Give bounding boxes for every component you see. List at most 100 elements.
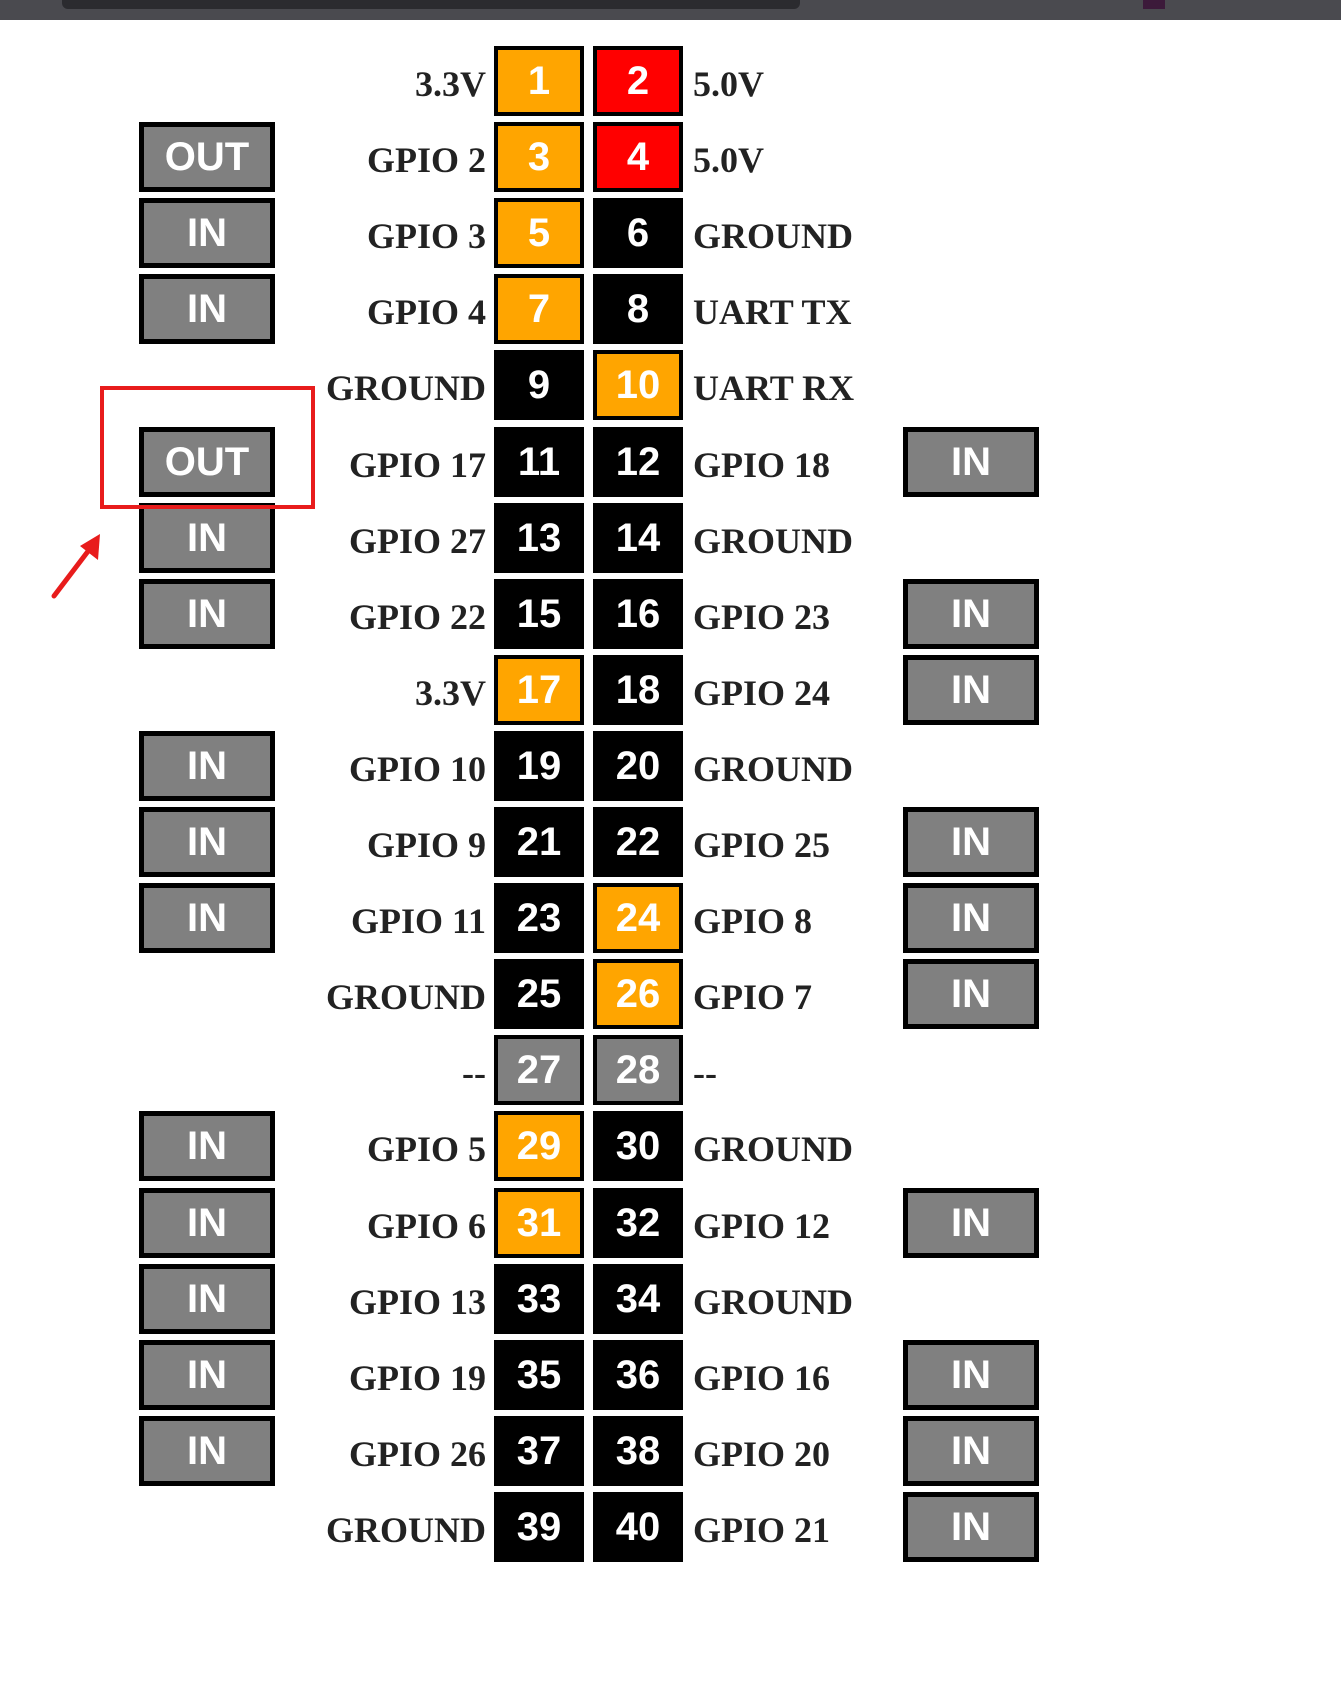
left-pin-label: GPIO 11 [350, 901, 486, 942]
pin-1[interactable]: 1 [494, 46, 584, 116]
left-mode-button[interactable]: IN [139, 502, 275, 573]
left-pin-label: GROUND [326, 977, 486, 1018]
left-pin-label: GPIO 13 [348, 1281, 486, 1322]
pin-22[interactable]: 22 [593, 807, 683, 877]
pin-row: IN GPIO 9 21 22 GPIO 25 IN [0, 807, 1341, 883]
pin-15[interactable]: 15 [494, 578, 584, 649]
pin-25[interactable]: 25 [494, 959, 584, 1030]
right-pin-label: GPIO 16 [693, 1357, 831, 1398]
pin-40[interactable]: 40 [593, 1491, 683, 1562]
left-pin-label: GPIO 3 [366, 216, 486, 257]
right-mode-button[interactable]: IN [903, 1491, 1039, 1562]
left-pin-label: GPIO 4 [366, 292, 486, 333]
pin-13[interactable]: 13 [494, 502, 584, 573]
right-mode-button[interactable]: IN [903, 578, 1039, 649]
pin-24[interactable]: 24 [593, 883, 683, 954]
pin-10[interactable]: 10 [593, 350, 683, 421]
annotation-highlight-box [100, 386, 315, 509]
right-mode-button[interactable]: IN [903, 426, 1039, 497]
right-pin-label: GROUND [693, 216, 853, 257]
left-mode-button[interactable]: IN [139, 1111, 275, 1182]
pin-4[interactable]: 4 [593, 122, 683, 193]
pin-7[interactable]: 7 [494, 274, 584, 345]
left-mode-button[interactable]: IN [139, 1263, 275, 1334]
left-pin-label: GPIO 26 [348, 1433, 486, 1474]
pin-row: GROUND 25 26 GPIO 7 IN [0, 959, 1341, 1035]
pin-32[interactable]: 32 [593, 1187, 683, 1258]
right-pin-label: -- [693, 1053, 717, 1094]
right-pin-label: UART RX [693, 368, 855, 409]
left-pin-label: GPIO 6 [366, 1205, 486, 1246]
pin-6[interactable]: 6 [593, 198, 683, 269]
pin-11[interactable]: 11 [494, 426, 584, 497]
pin-35[interactable]: 35 [494, 1339, 584, 1410]
left-pin-label: GPIO 17 [348, 444, 486, 485]
right-mode-button[interactable]: IN [903, 807, 1039, 877]
pin-14[interactable]: 14 [593, 502, 683, 573]
pin-23[interactable]: 23 [494, 883, 584, 954]
left-pin-label: 3.3V [415, 64, 486, 104]
pin-31[interactable]: 31 [494, 1187, 584, 1258]
pin-2[interactable]: 2 [593, 46, 683, 116]
left-mode-button[interactable]: IN [139, 1415, 275, 1486]
right-mode-button[interactable]: IN [903, 883, 1039, 954]
pin-9[interactable]: 9 [494, 350, 584, 421]
pin-17[interactable]: 17 [494, 654, 584, 725]
pin-12[interactable]: 12 [593, 426, 683, 497]
pin-39[interactable]: 39 [494, 1491, 584, 1562]
left-mode-button[interactable]: IN [139, 1339, 275, 1410]
pin-row: 3.3V 17 18 GPIO 24 IN [0, 654, 1341, 731]
left-mode-button[interactable]: IN [139, 578, 275, 649]
pin-26[interactable]: 26 [593, 959, 683, 1030]
left-pin-label: GROUND [326, 368, 486, 409]
pin-8[interactable]: 8 [593, 274, 683, 345]
right-mode-button[interactable]: IN [903, 1187, 1039, 1258]
left-mode-button[interactable]: IN [139, 198, 275, 269]
left-mode-button[interactable]: OUT [139, 122, 275, 193]
pin-38[interactable]: 38 [593, 1415, 683, 1486]
right-pin-label: GROUND [693, 748, 853, 789]
pin-34[interactable]: 34 [593, 1263, 683, 1334]
extension-icon[interactable] [1143, 0, 1165, 9]
right-pin-label: GROUND [693, 520, 853, 561]
pin-29[interactable]: 29 [494, 1111, 584, 1182]
left-pin-label: GPIO 5 [366, 1129, 486, 1170]
pin-16[interactable]: 16 [593, 578, 683, 649]
left-mode-button[interactable]: IN [139, 730, 275, 801]
pin-5[interactable]: 5 [494, 198, 584, 269]
pin-33[interactable]: 33 [494, 1263, 584, 1334]
pin-27[interactable]: 27 [494, 1035, 584, 1106]
pin-18[interactable]: 18 [593, 654, 683, 725]
right-pin-label: GPIO 21 [693, 1509, 831, 1550]
pin-3[interactable]: 3 [494, 122, 584, 193]
right-pin-label: GPIO 24 [693, 672, 831, 713]
pin-row: OUT GPIO 2 3 4 5.0V [0, 122, 1341, 198]
pin-36[interactable]: 36 [593, 1339, 683, 1410]
right-mode-button[interactable]: IN [903, 654, 1039, 725]
pin-row: 3.3V 1 2 5.0V [0, 46, 1341, 122]
right-pin-label: GROUND [693, 1281, 853, 1322]
address-bar[interactable] [62, 0, 800, 9]
pin-row: GROUND 39 40 GPIO 21 IN [0, 1491, 1341, 1568]
pin-28[interactable]: 28 [593, 1035, 683, 1106]
right-mode-button[interactable]: IN [903, 1415, 1039, 1486]
pin-row: -- 27 28 -- [0, 1035, 1341, 1111]
right-pin-label: GROUND [693, 1129, 853, 1170]
left-pin-label: 3.3V [415, 672, 486, 713]
left-mode-button[interactable]: IN [139, 807, 275, 877]
right-pin-label: GPIO 23 [693, 596, 831, 637]
right-mode-button[interactable]: IN [903, 1339, 1039, 1410]
left-pin-label: GPIO 27 [348, 520, 486, 561]
pin-37[interactable]: 37 [494, 1415, 584, 1486]
left-mode-button[interactable]: IN [139, 883, 275, 954]
pin-21[interactable]: 21 [494, 807, 584, 877]
left-mode-button[interactable]: IN [139, 1187, 275, 1258]
pin-20[interactable]: 20 [593, 730, 683, 801]
left-mode-button[interactable]: IN [139, 274, 275, 345]
right-mode-button[interactable]: IN [903, 959, 1039, 1030]
pin-19[interactable]: 19 [494, 730, 584, 801]
right-pin-label: GPIO 25 [693, 825, 831, 865]
pin-30[interactable]: 30 [593, 1111, 683, 1182]
pin-row: IN GPIO 19 35 36 GPIO 16 IN [0, 1339, 1341, 1416]
browser-top-bar [0, 0, 1341, 20]
